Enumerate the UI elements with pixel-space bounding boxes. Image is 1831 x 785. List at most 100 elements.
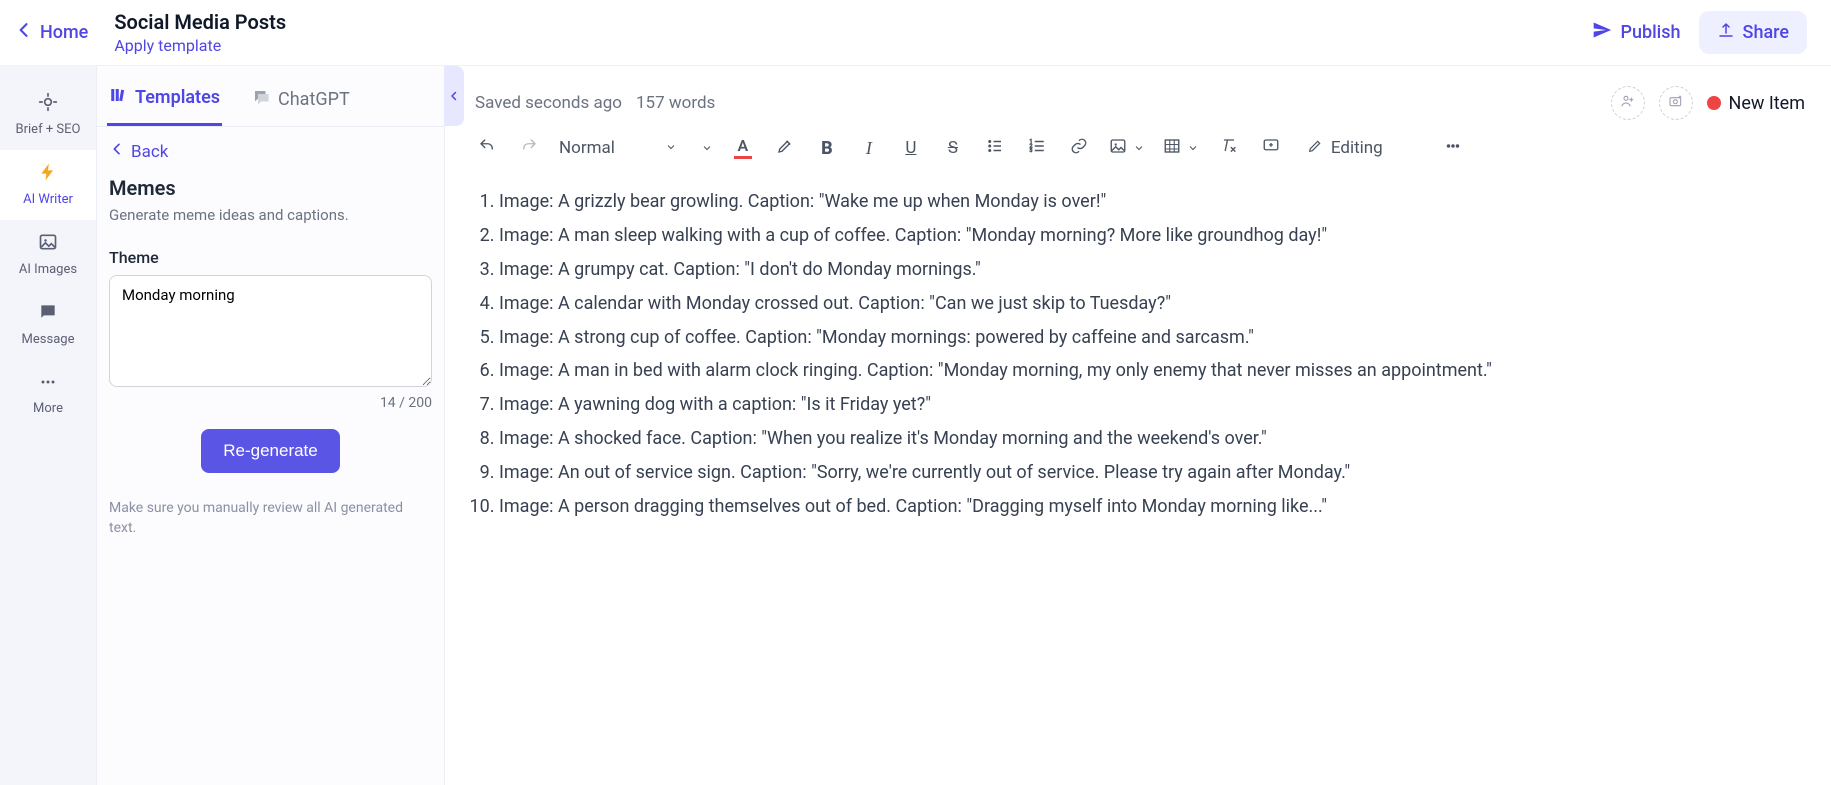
generated-list: Image: A grizzly bear growling. Caption:…	[479, 188, 1805, 521]
bold-button[interactable]: B	[815, 136, 839, 160]
list-item: Image: A shocked face. Caption: "When yo…	[499, 425, 1805, 453]
bold-icon: B	[821, 138, 833, 159]
bolt-icon	[38, 162, 58, 193]
tab-chatgpt[interactable]: ChatGPT	[250, 78, 352, 126]
sidebar-item-brief-seo[interactable]: Brief + SEO	[0, 80, 96, 150]
undo-button[interactable]	[475, 136, 499, 160]
panel-collapse-button[interactable]	[444, 66, 464, 126]
link-button[interactable]	[1067, 136, 1091, 160]
upload-icon	[1717, 21, 1735, 44]
main: Brief + SEO AI Writer AI Images Message …	[0, 66, 1831, 785]
italic-button[interactable]: I	[857, 136, 881, 160]
publish-label: Publish	[1620, 22, 1680, 43]
sidebar-item-ai-writer[interactable]: AI Writer	[0, 150, 96, 220]
clear-format-button[interactable]	[1217, 136, 1241, 160]
chevron-down-icon	[701, 139, 713, 158]
sidebar-item-ai-images[interactable]: AI Images	[0, 220, 96, 290]
share-button[interactable]: Share	[1699, 11, 1807, 54]
paragraph-style-label: Normal	[559, 138, 615, 158]
publish-button[interactable]: Publish	[1592, 20, 1680, 45]
table-insert-select[interactable]	[1163, 137, 1199, 159]
highlight-button[interactable]	[773, 136, 797, 160]
char-count: 14 / 200	[109, 395, 432, 411]
home-link[interactable]: Home	[14, 20, 88, 45]
list-item: Image: A man sleep walking with a cup of…	[499, 222, 1805, 250]
sidebar-item-label: AI Images	[19, 263, 77, 278]
font-color-button[interactable]: A	[731, 136, 755, 160]
add-user-button[interactable]	[1611, 86, 1645, 120]
link-icon	[1070, 137, 1088, 159]
panel-left: Templates ChatGPT Back Memes Generate me…	[97, 66, 445, 785]
page-title: Social Media Posts	[114, 10, 286, 34]
new-item-status[interactable]: New Item	[1707, 93, 1806, 114]
image-icon	[38, 232, 58, 263]
tab-label: Templates	[135, 87, 220, 108]
list-item: Image: A calendar with Monday crossed ou…	[499, 290, 1805, 318]
chevron-down-icon	[1187, 139, 1199, 158]
strike-button[interactable]: S	[941, 136, 965, 160]
align-select[interactable]	[695, 139, 713, 158]
highlight-icon	[776, 137, 794, 159]
status-dot-icon	[1707, 96, 1721, 110]
redo-icon	[520, 137, 538, 159]
font-color-icon: A	[734, 138, 752, 159]
sidebar-left: Brief + SEO AI Writer AI Images Message …	[0, 66, 97, 785]
chevron-down-icon	[1133, 139, 1145, 158]
section-title: Memes	[109, 176, 432, 200]
strike-icon: S	[948, 138, 958, 158]
list-item: Image: A man in bed with alarm clock rin…	[499, 357, 1805, 385]
image-insert-select[interactable]	[1109, 137, 1145, 159]
sidebar-item-label: Brief + SEO	[16, 123, 81, 138]
target-icon	[38, 92, 58, 123]
bullet-list-icon	[986, 137, 1004, 159]
sidebar-item-more[interactable]: More	[0, 360, 96, 430]
panel-body: Back Memes Generate meme ideas and capti…	[97, 127, 444, 558]
theme-label: Theme	[109, 248, 432, 267]
chevron-down-icon	[665, 138, 677, 158]
tab-label: ChatGPT	[278, 89, 350, 110]
section-desc: Generate meme ideas and captions.	[109, 206, 432, 224]
table-icon	[1163, 137, 1181, 159]
underline-button[interactable]: U	[899, 136, 923, 160]
top-actions: Publish Share	[1592, 11, 1807, 54]
sidebar-item-message[interactable]: Message	[0, 290, 96, 360]
saved-status: Saved seconds ago	[475, 93, 622, 113]
svg-text:3: 3	[1029, 148, 1032, 154]
word-count: 157 words	[636, 93, 715, 113]
back-label: Back	[131, 142, 168, 162]
add-media-button[interactable]	[1659, 86, 1693, 120]
chevron-left-icon	[448, 87, 460, 106]
send-icon	[1592, 20, 1612, 45]
undo-icon	[478, 137, 496, 159]
more-toolbar-button[interactable]	[1441, 136, 1465, 160]
comment-button[interactable]	[1259, 136, 1283, 160]
editor-content[interactable]: Image: A grizzly bear growling. Caption:…	[445, 174, 1831, 567]
bullet-list-button[interactable]	[983, 136, 1007, 160]
chat-icon	[252, 88, 270, 111]
ordered-list-button[interactable]: 123	[1025, 136, 1049, 160]
sidebar-item-label: More	[33, 402, 63, 417]
clear-format-icon	[1220, 137, 1238, 159]
message-icon	[38, 302, 58, 333]
books-icon	[109, 86, 127, 109]
image-icon	[1109, 137, 1127, 159]
comment-icon	[1262, 137, 1280, 159]
underline-icon: U	[905, 138, 916, 158]
user-plus-icon	[1620, 93, 1636, 113]
apply-template-link[interactable]: Apply template	[114, 36, 286, 55]
redo-button[interactable]	[517, 136, 541, 160]
list-item: Image: A strong cup of coffee. Caption: …	[499, 324, 1805, 352]
more-icon	[38, 372, 58, 403]
panel-tabs: Templates ChatGPT	[97, 66, 444, 127]
list-item: Image: A grizzly bear growling. Caption:…	[499, 188, 1805, 216]
italic-icon: I	[866, 138, 872, 159]
theme-input[interactable]	[109, 275, 432, 387]
share-label: Share	[1743, 22, 1789, 43]
tab-templates[interactable]: Templates	[107, 78, 222, 126]
paragraph-style-select[interactable]: Normal	[559, 138, 677, 158]
mode-label: Editing	[1331, 138, 1383, 158]
mode-select[interactable]: Editing	[1307, 138, 1423, 159]
list-item: Image: An out of service sign. Caption: …	[499, 459, 1805, 487]
regenerate-button[interactable]: Re-generate	[201, 429, 340, 473]
back-link[interactable]: Back	[109, 141, 432, 162]
